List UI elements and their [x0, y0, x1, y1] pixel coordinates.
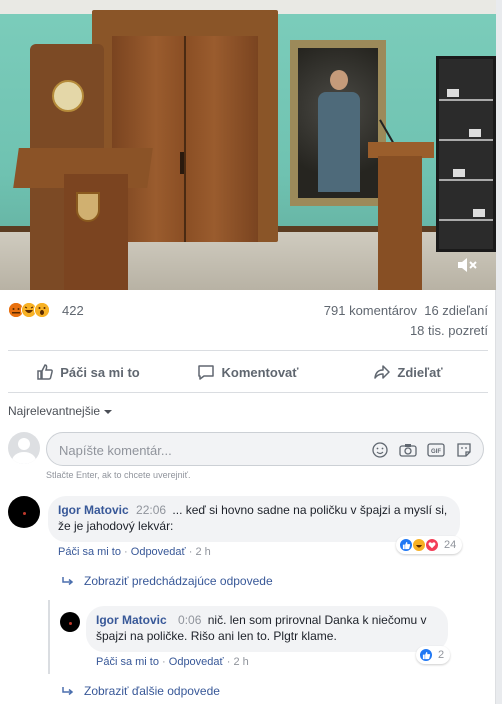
video-scene-right-podium	[368, 142, 434, 290]
video-player[interactable]	[0, 0, 496, 290]
avatar	[8, 432, 40, 464]
cabinet-item	[453, 169, 465, 177]
comment-bubble-icon	[198, 365, 215, 380]
cabinet-item	[447, 89, 459, 97]
like-icon	[399, 538, 413, 552]
cabinet-shelf	[439, 219, 493, 221]
share-button[interactable]: Zdieľať	[328, 356, 488, 388]
like-button[interactable]: Páči sa mi to	[8, 356, 168, 388]
comment-like-link[interactable]: Páči sa mi to	[58, 546, 121, 558]
comment-composer[interactable]: GIF	[46, 432, 484, 466]
comment-author[interactable]: Igor Matovic	[58, 503, 129, 517]
video-scene-door-handle	[180, 152, 184, 174]
comment-reactions[interactable]: 24	[396, 536, 463, 554]
video-scene-portrait-head	[330, 70, 348, 90]
cabinet-shelf	[439, 179, 493, 181]
comment-label: Komentovať	[221, 364, 299, 380]
thread-line	[48, 600, 50, 674]
heart-icon	[425, 538, 439, 552]
wow-icon	[34, 302, 50, 318]
comment-sort-dropdown[interactable]: Najrelevantnejšie	[8, 404, 113, 418]
cabinet-shelf	[439, 99, 493, 101]
svg-text:GIF: GIF	[431, 449, 441, 455]
emoji-icon[interactable]	[371, 441, 389, 459]
views-count: 18 tis. pozretí	[409, 323, 488, 338]
separator: ·	[124, 546, 131, 558]
reply-bubble: Igor Matovic 0:06 nič. len som prirovnal…	[86, 606, 448, 652]
comment-age[interactable]: 2 h	[195, 546, 210, 558]
sort-label: Najrelevantnejšie	[8, 404, 101, 418]
comment-bubble: Igor Matovic 22:06 ... keď si hovno sadn…	[48, 496, 460, 542]
comment-meta: Páči sa mi to · Odpovedať · 2 h	[58, 546, 211, 558]
share-label: Zdieľať	[397, 364, 443, 380]
reply-arrow-icon	[62, 687, 74, 696]
like-icon	[419, 648, 433, 662]
divider	[8, 392, 488, 393]
cabinet-item	[469, 129, 481, 137]
camera-icon[interactable]	[399, 441, 417, 459]
reaction-count[interactable]: 422	[62, 303, 84, 318]
like-label: Páči sa mi to	[60, 364, 140, 380]
video-scene-display-cabinet	[436, 56, 496, 252]
divider	[8, 350, 488, 351]
separator: ·	[162, 656, 169, 668]
coat-of-arms-icon	[76, 192, 100, 222]
haha-icon	[412, 538, 426, 552]
reply-like-link[interactable]: Páči sa mi to	[96, 656, 159, 668]
reply-reply-link[interactable]: Odpovedať	[169, 656, 224, 668]
view-more-replies-label: Zobraziť ďalšie odpovede	[84, 684, 220, 698]
reply-reaction-count: 2	[438, 649, 445, 661]
video-scene-door-split	[184, 36, 186, 242]
comment-button[interactable]: Komentovať	[168, 356, 328, 388]
reply-age[interactable]: 2 h	[233, 656, 248, 668]
composer-tools: GIF	[371, 441, 473, 459]
post-stats: 422 791 komentárov 16 zdieľaní 18 tis. p…	[8, 302, 488, 342]
sticker-icon[interactable]	[455, 441, 473, 459]
video-scene-clock-face	[52, 80, 84, 112]
video-scene-portrait-body	[318, 92, 360, 192]
reaction-summary[interactable]	[8, 302, 50, 318]
speaker-muted-icon[interactable]	[456, 256, 478, 274]
reply-time: 0:06	[178, 613, 202, 627]
comment-time: 22:06	[136, 503, 167, 517]
cabinet-shelf	[439, 139, 493, 141]
view-previous-replies-label: Zobraziť predchádzajúce odpovede	[84, 574, 273, 588]
chevron-down-icon	[104, 409, 113, 414]
reply-arrow-icon	[62, 577, 74, 586]
comment-input[interactable]	[59, 441, 359, 459]
reply-meta: Páči sa mi to · Odpovedať · 2 h	[96, 656, 249, 668]
action-bar: Páči sa mi to Komentovať Zdieľať	[8, 356, 488, 388]
comment-reaction-count: 24	[444, 539, 457, 551]
reply-author[interactable]: Igor Matovic	[96, 613, 167, 627]
avatar[interactable]	[60, 612, 80, 632]
gif-icon[interactable]: GIF	[427, 441, 445, 459]
post-card: 422 791 komentárov 16 zdieľaní 18 tis. p…	[0, 0, 496, 704]
comment-reply-link[interactable]: Odpovedať	[131, 546, 186, 558]
reply-reactions[interactable]: 2	[416, 646, 451, 664]
view-previous-replies-link[interactable]: Zobraziť predchádzajúce odpovede	[62, 574, 273, 588]
view-more-replies-link[interactable]: Zobraziť ďalšie odpovede	[62, 684, 220, 698]
cabinet-item	[473, 209, 485, 217]
thumbs-up-icon	[37, 364, 54, 380]
avatar[interactable]	[8, 496, 40, 528]
right-podium-stem	[378, 156, 422, 290]
compose-hint: Stlačte Enter, ak to chcete uverejniť.	[46, 470, 191, 480]
share-arrow-icon	[374, 365, 391, 379]
comments-shares-count[interactable]: 791 komentárov 16 zdieľaní	[324, 303, 488, 318]
